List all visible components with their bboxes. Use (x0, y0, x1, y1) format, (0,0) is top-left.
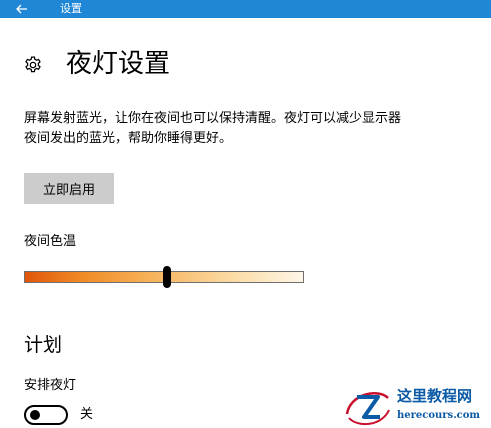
watermark: 这里教程网 herecours.com (344, 384, 491, 428)
schedule-toggle[interactable] (24, 405, 68, 425)
watermark-name: 这里教程网 (397, 387, 473, 405)
toggle-knob (30, 410, 40, 420)
arrow-left-icon (16, 4, 27, 14)
color-temperature-slider[interactable] (24, 266, 304, 288)
description-line: 屏幕发射蓝光，让你在夜间也可以保持清醒。夜灯可以减少显示器 (24, 111, 402, 126)
schedule-night-light-label: 安排夜灯 (24, 378, 77, 393)
enable-now-button[interactable]: 立即启用 (24, 173, 114, 204)
description: 屏幕发射蓝光，让你在夜间也可以保持清醒。夜灯可以减少显示器 夜间发出的蓝光，帮助… (24, 109, 474, 149)
gear-icon (25, 56, 41, 73)
toggle-state-label: 关 (80, 407, 94, 422)
page-title: 夜灯设置 (66, 49, 171, 79)
title-bar: 设置 (0, 0, 491, 18)
watermark-url: herecours.com (397, 410, 481, 421)
color-temperature-label: 夜间色温 (24, 234, 77, 249)
description-line: 夜间发出的蓝光，帮助你睡得更好。 (24, 131, 233, 146)
slider-thumb[interactable] (162, 266, 171, 288)
window-title: 设置 (60, 2, 82, 15)
schedule-section-title: 计划 (24, 334, 63, 356)
back-button[interactable] (0, 0, 44, 18)
watermark-logo-icon (345, 392, 390, 426)
